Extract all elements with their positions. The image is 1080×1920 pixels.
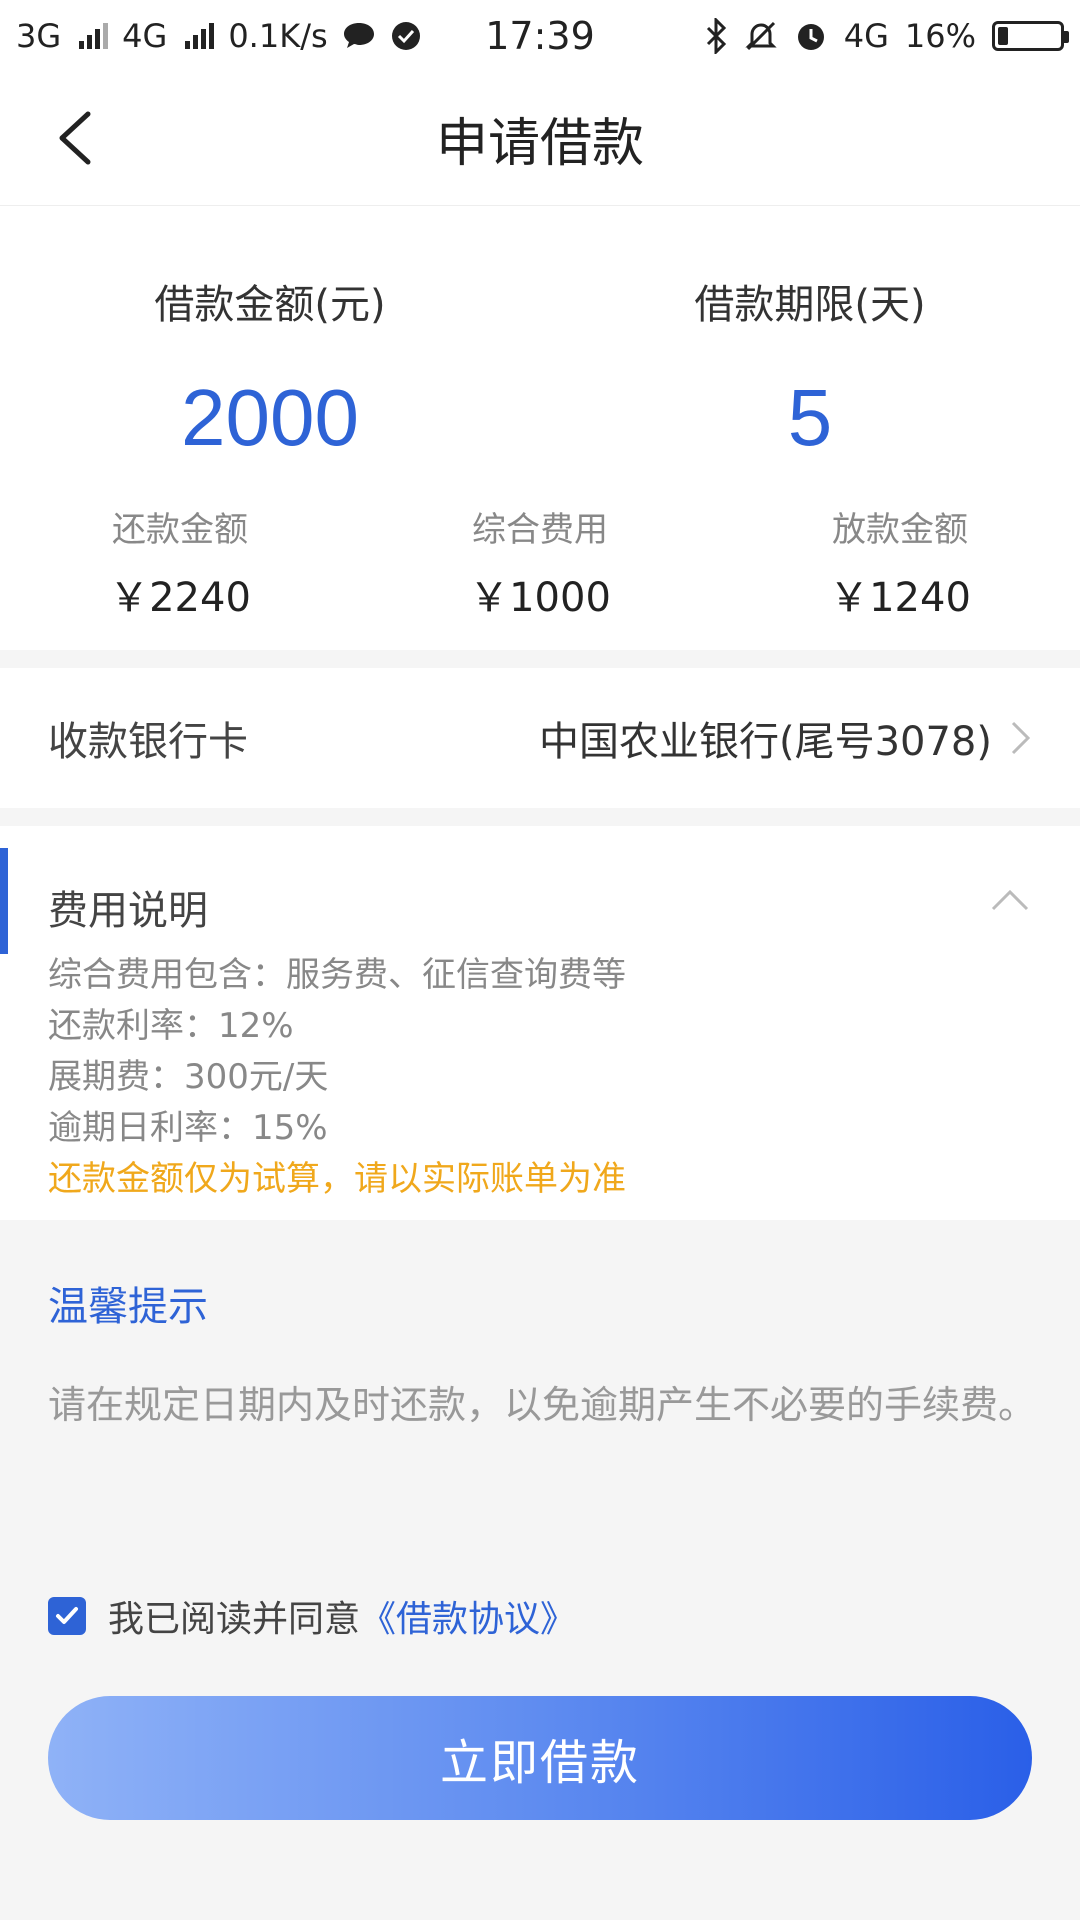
- agreement-row: 我已阅读并同意 《借款协议》: [48, 1590, 576, 1642]
- agreement-text: 我已阅读并同意: [108, 1599, 361, 1640]
- repay-amount-value: ￥2240: [109, 575, 251, 621]
- network-3g-label: 3G: [16, 17, 62, 55]
- fee-section: 费用说明 综合费用包含：服务费、征信查询费等 还款利率：12% 展期费：300元…: [0, 826, 1080, 1220]
- apply-loan-button[interactable]: 立即借款: [48, 1696, 1032, 1820]
- network-4g-label: 4G: [843, 17, 889, 55]
- check-circle-icon: [391, 22, 420, 50]
- chevron-up-icon[interactable]: [990, 888, 1030, 912]
- fee-section-title: 费用说明: [48, 888, 208, 934]
- total-fee-value: ￥1000: [469, 575, 611, 621]
- fee-warning: 还款金额仅为试算，请以实际账单为准: [48, 1159, 626, 1199]
- loan-term-block: 借款期限(天) 5: [610, 272, 1010, 464]
- network-4g-label: 4G: [122, 17, 168, 55]
- mute-bell-icon: [745, 21, 777, 51]
- nav-bar: 申请借款: [0, 72, 1080, 206]
- disburse-amount-label: 放款金额: [832, 510, 968, 550]
- fee-line: 展期费：300元/天: [48, 1057, 329, 1097]
- alarm-icon: [797, 24, 824, 50]
- loan-amount-value: 2000: [181, 373, 359, 462]
- section-accent-bar: [0, 848, 8, 954]
- chevron-right-icon: [1011, 721, 1031, 755]
- loan-summary: 借款金额(元) 2000 借款期限(天) 5 还款金额 ￥2240 综合费用 ￥…: [0, 206, 1080, 650]
- signal-icon: [185, 23, 215, 49]
- bank-card-row[interactable]: 收款银行卡 中国农业银行(尾号3078): [0, 668, 1080, 808]
- disburse-amount-value: ￥1240: [829, 575, 971, 621]
- agreement-checkbox[interactable]: [48, 1597, 86, 1635]
- loan-term-value: 5: [787, 373, 833, 462]
- total-fee-block: 综合费用 ￥1000: [390, 502, 690, 623]
- network-speed: 0.1K/s: [228, 17, 328, 55]
- loan-agreement-link[interactable]: 《借款协议》: [360, 1590, 576, 1642]
- bank-card-value: 中国农业银行(尾号3078): [538, 719, 992, 765]
- fee-line: 还款利率：12%: [48, 1006, 294, 1046]
- bluetooth-icon: [706, 18, 726, 54]
- fee-line: 综合费用包含：服务费、征信查询费等: [48, 955, 626, 995]
- loan-amount-label: 借款金额(元): [154, 282, 386, 328]
- total-fee-label: 综合费用: [472, 510, 608, 550]
- loan-term-label: 借款期限(天): [694, 282, 926, 328]
- back-arrow-icon[interactable]: [48, 108, 108, 168]
- status-bar: 3G 4G 0.1K/s 17:39 4G 16%: [0, 0, 1080, 72]
- battery-icon: [992, 21, 1069, 51]
- chat-icon: [343, 23, 374, 48]
- bank-card-label: 收款银行卡: [48, 719, 248, 765]
- repay-amount-label: 还款金额: [112, 510, 248, 550]
- fee-line: 逾期日利率：15%: [48, 1108, 328, 1148]
- tips-text: 请在规定日期内及时还款，以免逾期产生不必要的手续费。: [48, 1383, 1037, 1427]
- page-title: 申请借款: [435, 114, 644, 174]
- checkmark-icon: [56, 1607, 78, 1624]
- disburse-amount-block: 放款金额 ￥1240: [750, 502, 1050, 623]
- fee-details: 综合费用包含：服务费、征信查询费等 还款利率：12% 展期费：300元/天 逾期…: [48, 950, 626, 1205]
- tips-title: 温馨提示: [48, 1284, 208, 1330]
- battery-percent: 16%: [904, 17, 976, 55]
- repay-amount-block: 还款金额 ￥2240: [30, 502, 330, 623]
- signal-icon: [79, 23, 109, 49]
- loan-amount-block: 借款金额(元) 2000: [70, 272, 470, 464]
